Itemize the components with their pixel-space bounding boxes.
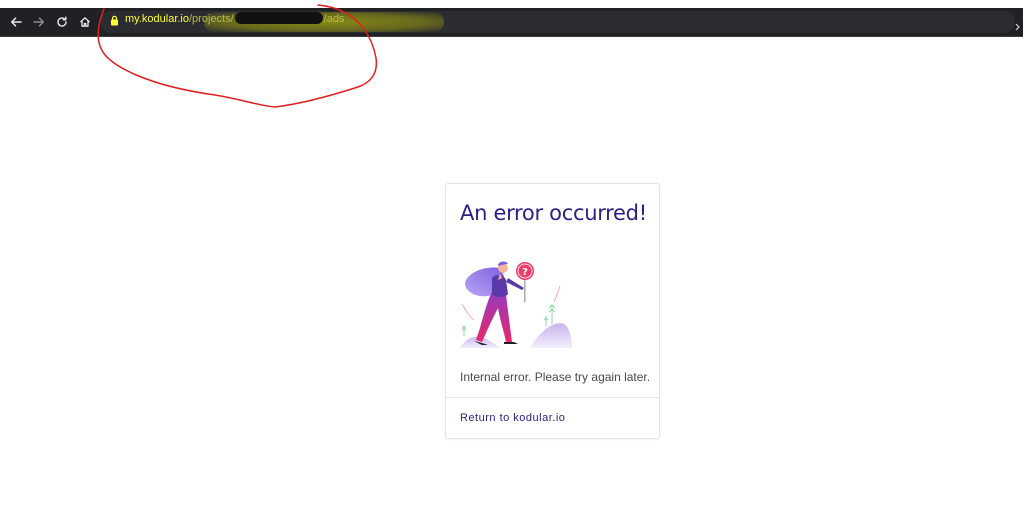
svg-text:?: ? [522,267,528,278]
home-button[interactable] [76,13,94,31]
url-path-suffix: /ads [323,13,345,25]
card-divider [446,397,659,398]
reload-icon [57,16,67,27]
toolbar-overflow[interactable] [1015,18,1021,36]
secure-lock[interactable] [110,13,119,31]
url-host: my.kodular.io [125,13,189,25]
forward-button[interactable] [30,13,48,31]
home-icon [80,17,90,27]
lock-icon [111,15,118,26]
error-illustration: ? [460,261,572,348]
forward-icon [33,17,45,27]
error-message: Internal error. Please try again later. [460,370,651,384]
back-icon [10,17,22,27]
url-path-prefix: /projects/ [189,13,234,25]
back-button[interactable] [7,13,25,31]
address-url[interactable]: my.kodular.io/projects/ /ads [125,12,344,26]
error-card: An error occurred! ? Internal error. Ple… [445,183,660,439]
overflow-arrow-icon [1015,23,1020,31]
error-title: An error occurred! [460,201,647,225]
browser-toolbar: my.kodular.io/projects/ /ads [0,8,1023,37]
reload-button[interactable] [53,13,71,31]
window-top-strip [0,0,1023,8]
redacted-project-id [234,12,323,24]
return-link[interactable]: Return to kodular.io [460,412,565,424]
